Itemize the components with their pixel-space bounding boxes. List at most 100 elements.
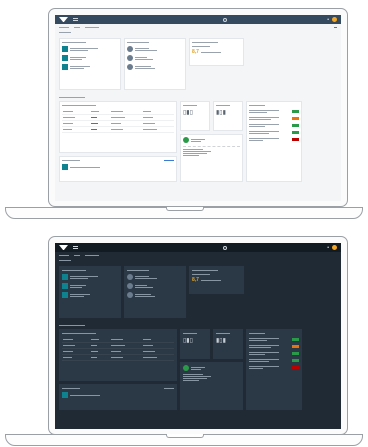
app-tile[interactable] xyxy=(62,292,118,298)
chart-card[interactable]: ▮▯▮ xyxy=(213,329,243,359)
status-row[interactable] xyxy=(249,137,299,142)
plant-icon xyxy=(183,365,189,371)
bar-chart-icon: ▯▮▯ xyxy=(183,110,193,116)
nav-tab[interactable] xyxy=(74,254,80,257)
kpi-card[interactable]: 8,7 xyxy=(189,266,244,294)
contacts-card[interactable] xyxy=(124,38,186,90)
contact-item[interactable] xyxy=(127,283,183,289)
app-tile[interactable] xyxy=(62,55,118,61)
bell-icon[interactable]: • xyxy=(327,245,329,250)
contact-item[interactable] xyxy=(127,55,183,61)
status-row[interactable] xyxy=(249,116,299,121)
apps-card[interactable] xyxy=(59,38,121,90)
sub-navigation xyxy=(55,24,341,30)
search-icon[interactable] xyxy=(223,245,228,250)
laptop-screen: • 8,7 ▯▮▯ ▮▯▮ xyxy=(55,243,341,429)
list-card-header xyxy=(62,387,174,390)
object-card[interactable] xyxy=(180,134,243,182)
bar-chart-icon: ▯▮▯ xyxy=(183,338,193,344)
user-avatar[interactable] xyxy=(332,17,337,22)
user-avatar[interactable] xyxy=(332,245,337,250)
contact-avatar xyxy=(127,46,133,52)
table-card-header xyxy=(62,332,174,335)
status-row[interactable] xyxy=(249,109,299,114)
bar-chart-icon: ▮▯▮ xyxy=(216,110,226,116)
table-card[interactable] xyxy=(59,101,177,153)
nav-tab[interactable] xyxy=(59,26,69,29)
apps-card[interactable] xyxy=(59,266,121,318)
sap-logo[interactable] xyxy=(59,17,68,22)
app-tile-icon xyxy=(62,274,68,280)
table-card[interactable] xyxy=(59,329,177,381)
data-table xyxy=(62,109,174,133)
kpi-card[interactable]: 8,7 xyxy=(189,38,244,66)
plant-icon xyxy=(183,137,189,143)
status-row[interactable] xyxy=(249,130,299,135)
nav-tab[interactable] xyxy=(85,254,99,257)
object-item[interactable] xyxy=(183,137,240,143)
status-badge xyxy=(292,124,299,127)
laptop-lid: • 8,7 ▯▮▯ ▮▯▮ xyxy=(48,8,348,207)
contact-avatar xyxy=(127,292,133,298)
status-list-card[interactable] xyxy=(246,329,302,410)
app-tile-icon xyxy=(62,46,68,52)
object-item[interactable] xyxy=(183,365,240,371)
chart-card[interactable]: ▮▯▮ xyxy=(213,101,243,131)
list-item[interactable] xyxy=(62,392,174,398)
nav-indicator xyxy=(334,26,337,28)
object-card[interactable] xyxy=(180,362,243,410)
app-tile[interactable] xyxy=(62,274,118,280)
dashboard: • 8,7 ▯▮▯ ▮▯▮ xyxy=(55,243,341,429)
table-row[interactable] xyxy=(62,354,174,361)
status-row[interactable] xyxy=(249,358,299,363)
contact-avatar xyxy=(127,274,133,280)
dashboard: • 8,7 ▯▮▯ ▮▯▮ xyxy=(55,15,341,201)
contact-item[interactable] xyxy=(127,64,183,70)
bell-icon[interactable]: • xyxy=(327,17,329,22)
table-card-header xyxy=(62,104,174,107)
chart-card-header xyxy=(216,332,240,335)
menu-icon[interactable] xyxy=(73,18,78,21)
app-tile[interactable] xyxy=(62,46,118,52)
kpi-value: 8,7 xyxy=(192,277,199,283)
contact-item[interactable] xyxy=(127,46,183,52)
kpi-card-header xyxy=(192,269,241,272)
status-row[interactable] xyxy=(249,123,299,128)
bottom-card-row: ▯▮▯ ▮▯▮ xyxy=(55,101,341,182)
contact-item[interactable] xyxy=(127,274,183,280)
nav-tab[interactable] xyxy=(59,254,69,257)
menu-icon[interactable] xyxy=(73,246,78,249)
status-row[interactable] xyxy=(249,351,299,356)
contacts-card[interactable] xyxy=(124,266,186,318)
table-row[interactable] xyxy=(62,126,174,133)
status-badge xyxy=(292,338,299,341)
status-row[interactable] xyxy=(249,344,299,349)
status-row[interactable] xyxy=(249,337,299,342)
chart-card[interactable]: ▯▮▯ xyxy=(180,101,210,131)
list-card[interactable] xyxy=(59,384,177,410)
top-card-row: 8,7 xyxy=(55,266,341,318)
contact-avatar xyxy=(127,283,133,289)
kpi-value: 8,7 xyxy=(192,49,199,55)
list-item[interactable] xyxy=(62,164,174,170)
contact-item[interactable] xyxy=(127,292,183,298)
contacts-card-header xyxy=(127,41,183,44)
chart-card-header xyxy=(183,104,207,107)
sap-logo[interactable] xyxy=(59,245,68,250)
search-icon[interactable] xyxy=(223,17,228,22)
app-tile[interactable] xyxy=(62,283,118,289)
chart-card-header xyxy=(183,332,207,335)
nav-tab[interactable] xyxy=(74,26,80,29)
kpi-card-header xyxy=(192,41,241,44)
nav-tab[interactable] xyxy=(85,26,99,29)
chart-card[interactable]: ▯▮▯ xyxy=(180,329,210,359)
apps-card-header xyxy=(62,41,118,44)
list-card[interactable] xyxy=(59,156,177,182)
status-badge xyxy=(292,366,299,369)
status-row[interactable] xyxy=(249,365,299,370)
app-tile-icon xyxy=(62,64,68,70)
app-tile-icon xyxy=(62,55,68,61)
app-tile[interactable] xyxy=(62,64,118,70)
status-list-card[interactable] xyxy=(246,101,302,182)
laptop-base xyxy=(5,434,363,446)
